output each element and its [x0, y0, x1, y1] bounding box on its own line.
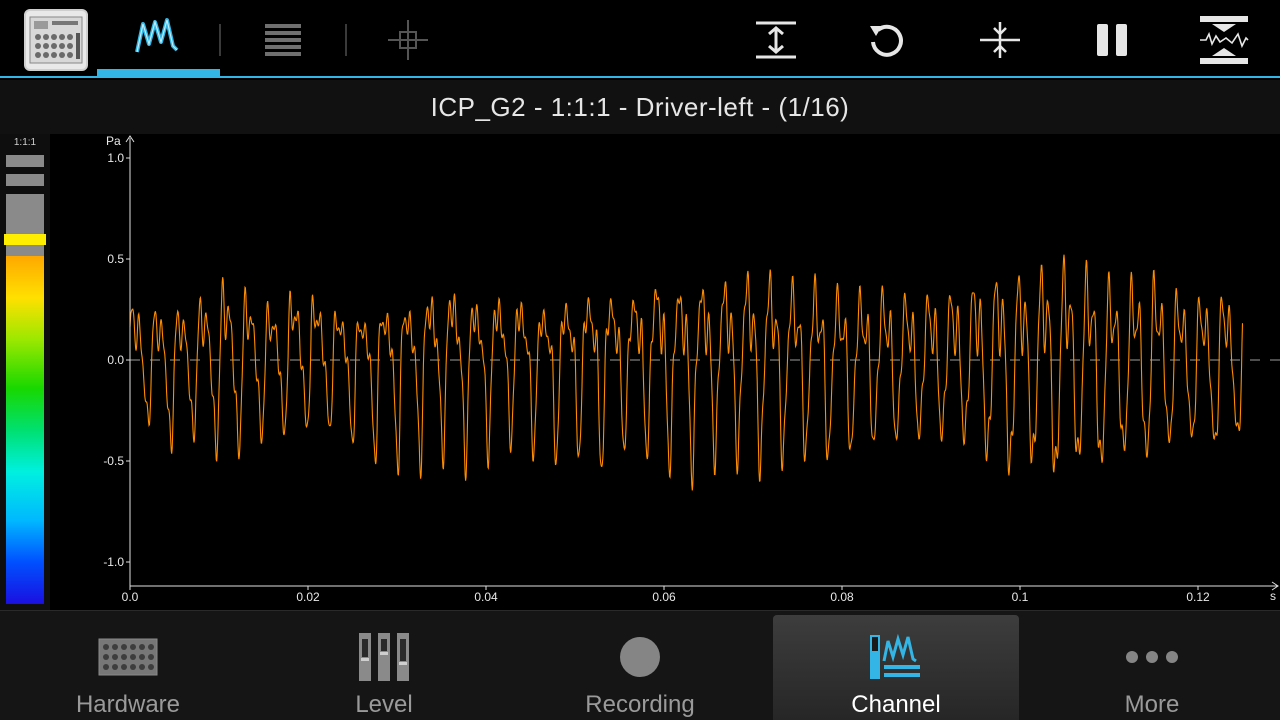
x-tick-label: 0.12 [1186, 590, 1210, 604]
x-tick-label: 0.06 [652, 590, 676, 604]
y-axis-ticks: 1.0 0.5 0.0 -0.5 -1.0 [103, 151, 130, 569]
waveform-chart: 1.0 0.5 0.0 -0.5 -1.0 0.0 0.02 0.04 0.06 0.08 0.1… [103, 134, 1280, 604]
nav-label: More [1124, 691, 1180, 718]
nav-tab-channel[interactable]: Channel [773, 615, 1019, 720]
tab-cursor[interactable] [347, 0, 470, 78]
x-tick-label: 0.02 [296, 590, 320, 604]
crosshair-icon [388, 20, 428, 60]
action-bar-divider [0, 76, 1280, 78]
pause-button[interactable] [1080, 10, 1144, 70]
meter-gradient [6, 256, 44, 604]
waveform-icon [135, 18, 179, 53]
tab-waveform[interactable] [97, 0, 220, 78]
channel-title: ICP_G2 - 1:1:1 - Driver-left - (1/16) [0, 80, 1280, 134]
zoom-center-icon [980, 22, 1020, 58]
autoscale-button[interactable] [1192, 10, 1256, 70]
x-axis-label: s [1270, 589, 1276, 603]
nav-label: Hardware [75, 691, 181, 718]
zoom-center-button[interactable] [968, 10, 1032, 70]
reset-icon [870, 24, 903, 57]
reset-button[interactable] [854, 10, 918, 70]
nav-label: Level [355, 691, 413, 718]
y-axis-label: Pa [106, 134, 121, 148]
autoscale-icon [1200, 16, 1249, 64]
nav-label: Channel [851, 691, 941, 718]
y-tick-label: 1.0 [107, 151, 124, 165]
y-tick-label: -0.5 [103, 454, 124, 468]
more-icon [1126, 651, 1178, 663]
x-tick-label: 0.1 [1012, 590, 1029, 604]
y-tick-label: -1.0 [103, 555, 124, 569]
meter-segment [6, 174, 44, 186]
x-tick-label: 0.04 [474, 590, 498, 604]
x-axis-ticks: 0.0 0.02 0.04 0.06 0.08 0.1 0.12 [122, 586, 1210, 604]
y-tick-label: 0.0 [107, 353, 124, 367]
tab-list[interactable] [222, 0, 345, 78]
meter-peak-marker [4, 234, 46, 245]
toolbar-divider [219, 24, 221, 56]
record-icon [620, 637, 660, 677]
meter-channel-label: 1:1:1 [13, 137, 37, 148]
hardware-icon [98, 638, 158, 676]
fit-vertical-button[interactable] [744, 10, 808, 70]
waveform-plot[interactable]: 1.0 0.5 0.0 -0.5 -1.0 0.0 0.02 0.04 0.06 0.08 0.1… [50, 134, 1280, 610]
fit-vertical-icon [756, 21, 796, 59]
list-icon [265, 24, 301, 56]
action-bar [0, 0, 1280, 80]
plot-axes [125, 135, 1279, 591]
level-meter: 1:1:1 [0, 134, 50, 610]
channel-icon [870, 633, 920, 679]
meter-headroom [6, 194, 44, 256]
x-tick-label: 0.0 [122, 590, 139, 604]
level-meter-icon [359, 633, 409, 681]
nav-tab-more[interactable]: More [1029, 611, 1275, 720]
waveform-series [129, 254, 1244, 491]
pause-icon [1097, 24, 1127, 56]
bottom-navigation: Hardware Level Recording Channel More [0, 610, 1280, 720]
nav-tab-hardware[interactable]: Hardware [5, 611, 251, 720]
app-logo-icon[interactable] [24, 9, 88, 71]
nav-tab-recording[interactable]: Recording [517, 611, 763, 720]
nav-tab-level[interactable]: Level [261, 611, 507, 720]
x-tick-label: 0.08 [830, 590, 854, 604]
y-tick-label: 0.5 [107, 252, 124, 266]
meter-segment [6, 155, 44, 167]
nav-label: Recording [585, 691, 695, 718]
